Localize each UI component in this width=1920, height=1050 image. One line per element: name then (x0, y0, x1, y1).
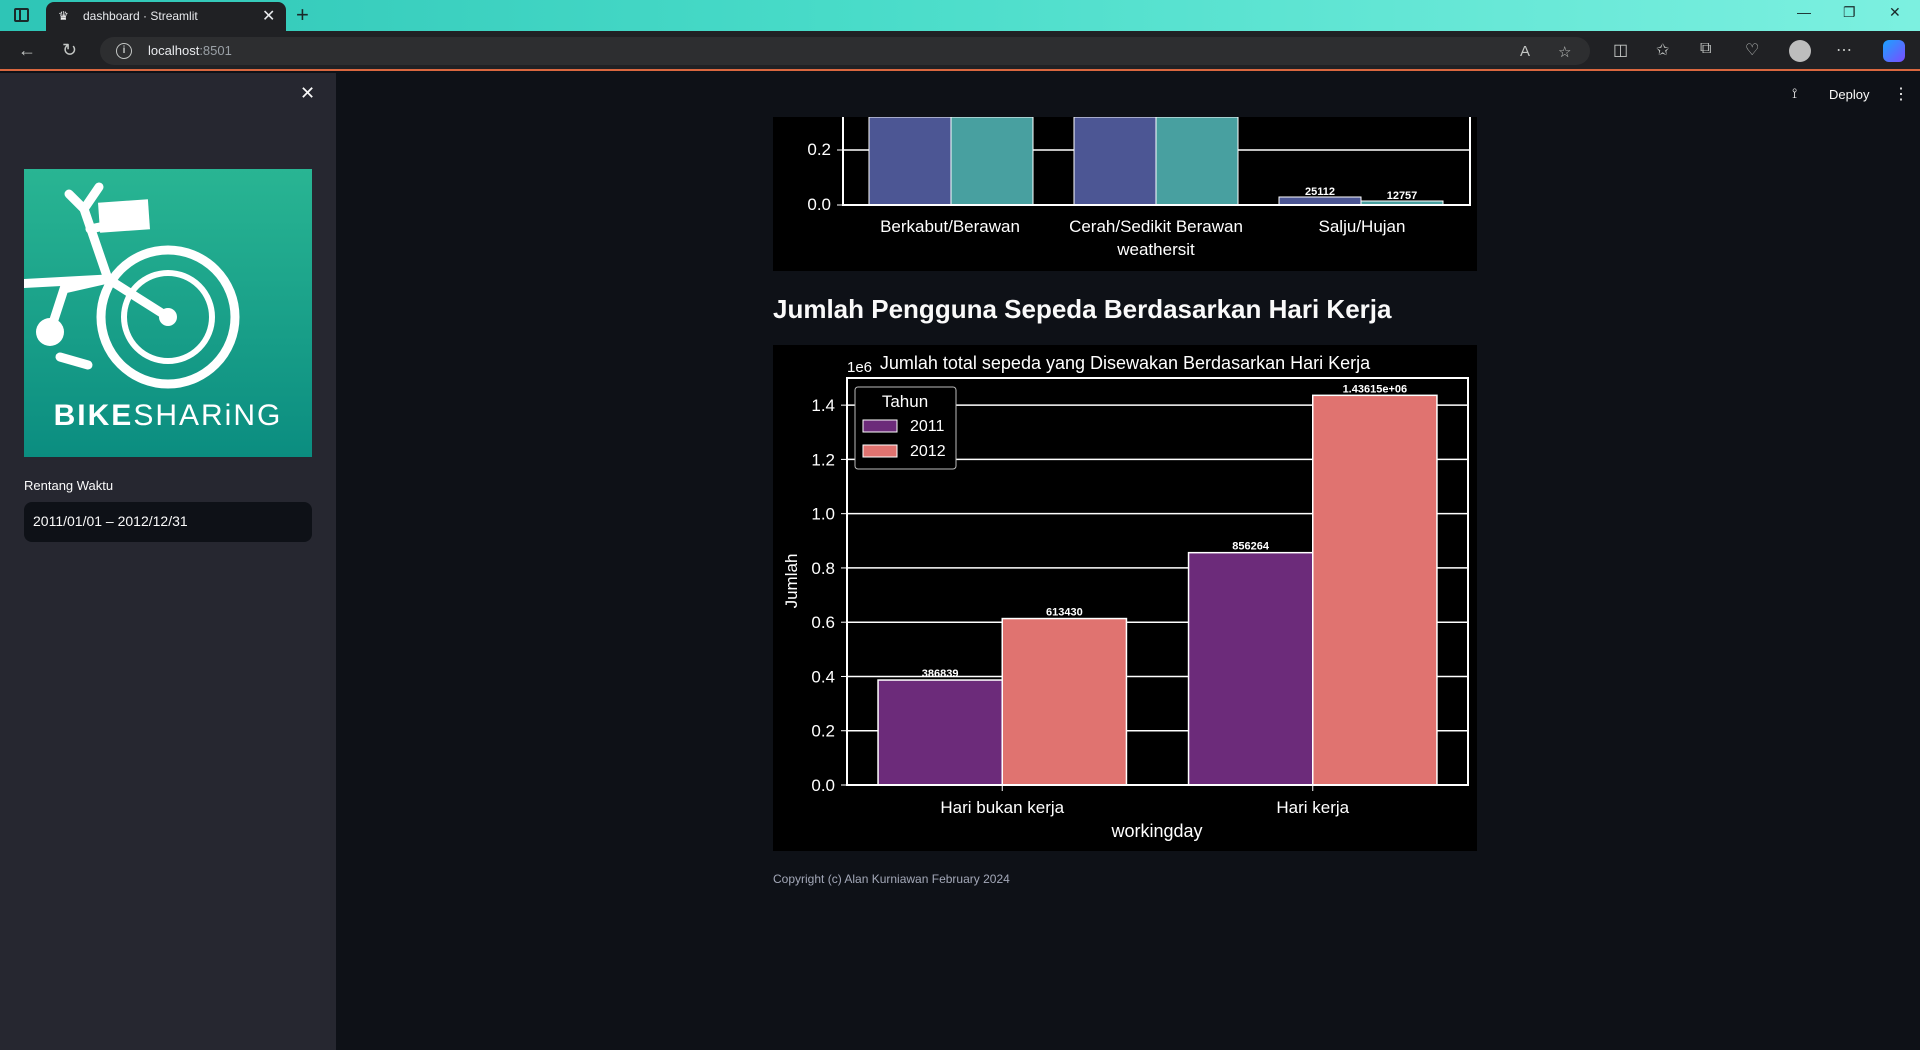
new-tab-icon[interactable]: + (296, 2, 309, 28)
logo-text: BIKESHARiNG (53, 399, 283, 432)
y-tick-label: 0.6 (811, 613, 835, 632)
bar (1001, 617, 1128, 786)
copyright-text: Copyright (c) Alan Kurniawan February 20… (773, 872, 1010, 886)
bar (1073, 117, 1157, 206)
copilot-icon[interactable] (1883, 40, 1905, 62)
reload-icon[interactable]: ↻ (62, 40, 77, 61)
bar (1155, 117, 1239, 206)
legend-entry: 2012 (910, 443, 946, 460)
scale-label: 1e6 (847, 359, 872, 376)
sidebar: ✕ BIKESHARiNG Rentang Waktu 2011/01/01 –… (0, 73, 336, 1050)
deploy-button[interactable]: Deploy (1829, 87, 1869, 102)
bar (868, 117, 952, 206)
minimize-icon[interactable]: — (1797, 4, 1811, 20)
y-tick-label: 0.0 (811, 776, 835, 795)
close-window-icon[interactable]: ✕ (1889, 4, 1901, 21)
workingday-chart-svg: 0.0 0.2 0.4 0.6 0.8 1.0 1.2 1.4 386839 613430 Hari… (782, 353, 1469, 841)
main-menu-icon[interactable]: ⋮ (1893, 84, 1909, 104)
section-title: Jumlah Pengguna Sepeda Berdasarkan Hari … (773, 294, 1392, 324)
y-tick-label: 1.0 (811, 505, 835, 524)
date-range-label: Rentang Waktu (24, 478, 114, 493)
browser-essentials-icon[interactable]: ♡ (1745, 40, 1759, 60)
favorite-star-icon[interactable]: ☆ (1558, 43, 1571, 61)
bar (950, 117, 1034, 206)
collections-icon[interactable]: ⧉ (1700, 40, 1711, 58)
favorites-icon[interactable]: ✩ (1656, 40, 1669, 60)
tab-actions-icon[interactable] (14, 8, 29, 22)
profile-avatar[interactable] (1789, 40, 1811, 62)
legend-entry: 2011 (910, 418, 945, 435)
date-range-input[interactable]: 2011/01/01 – 2012/12/31 (24, 502, 312, 542)
legend-swatch (862, 444, 898, 458)
data-label: 856264 (1232, 541, 1270, 553)
x-tick-label: Hari bukan kerja (940, 798, 1064, 817)
bikesharing-logo: BIKESHARiNG (24, 169, 312, 457)
streamlit-favicon-icon: ♛ (58, 9, 69, 23)
restore-icon[interactable]: ❐ (1843, 4, 1856, 21)
tab-title: dashboard · Streamlit (83, 9, 198, 23)
data-label: 613430 (1046, 607, 1083, 619)
close-tab-icon[interactable]: ✕ (262, 6, 275, 26)
data-label: 386839 (922, 668, 959, 680)
close-sidebar-icon[interactable]: ✕ (300, 83, 315, 104)
more-options-icon[interactable]: ⋯ (1836, 40, 1852, 60)
y-tick-label: 0.4 (811, 667, 835, 686)
workingday-chart: 0.0 0.2 0.4 0.6 0.8 1.0 1.2 1.4 386839 613430 Hari… (773, 345, 1477, 851)
active-tab[interactable]: ♛ dashboard · Streamlit ✕ (46, 2, 286, 31)
y-tick-label: 1.4 (811, 396, 835, 415)
back-icon[interactable]: ← (18, 40, 36, 61)
bar (877, 679, 1003, 786)
x-tick-label: Hari kerja (1276, 798, 1349, 817)
status-running-icon[interactable]: ⟟ (1792, 85, 1797, 102)
weathersit-chart: 0.2 0.0 25112 12757 Berkabut/Berawan Cer… (773, 117, 1477, 271)
read-aloud-icon[interactable]: A (1520, 43, 1530, 60)
y-tick-label: 0.8 (811, 559, 835, 578)
chart-title: Jumlah total sepeda yang Disewakan Berda… (880, 353, 1371, 373)
split-screen-icon[interactable]: ◫ (1613, 40, 1628, 60)
y-tick-label: 1.2 (811, 450, 835, 469)
bar (1312, 394, 1438, 786)
site-info-icon[interactable]: i (116, 43, 132, 59)
y-tick-label: 0.2 (807, 140, 831, 159)
x-axis-label: weathersit (1116, 240, 1195, 259)
data-label: 12757 (1387, 190, 1418, 202)
address-bar: ← ↻ i localhost:8501 A ☆ ◫ ✩ ⧉ ♡ ⋯ (0, 31, 1920, 71)
x-axis-label: workingday (1110, 821, 1202, 841)
x-tick-label: Salju/Hujan (1319, 217, 1406, 236)
url-input[interactable]: i localhost:8501 A ☆ (100, 37, 1590, 65)
y-tick-label: 0.2 (811, 722, 835, 741)
y-tick-label: 0.0 (807, 195, 831, 214)
browser-tab-bar: ♛ dashboard · Streamlit ✕ + — ❐ ✕ (0, 0, 1920, 31)
bar (1187, 551, 1314, 786)
legend-title: Tahun (882, 392, 928, 411)
legend-swatch (862, 419, 898, 433)
weathersit-chart-svg: 0.2 0.0 25112 12757 Berkabut/Berawan Cer… (807, 117, 1471, 259)
x-tick-label: Cerah/Sedikit Berawan (1069, 217, 1243, 236)
x-tick-label: Berkabut/Berawan (880, 217, 1020, 236)
data-label: 25112 (1305, 186, 1335, 198)
y-axis-label: Jumlah (782, 554, 801, 609)
bar (1278, 196, 1362, 206)
url-text: localhost:8501 (148, 43, 232, 58)
legend: Tahun 2011 2012 (854, 386, 957, 470)
data-label: 1.43615e+06 (1343, 383, 1408, 395)
